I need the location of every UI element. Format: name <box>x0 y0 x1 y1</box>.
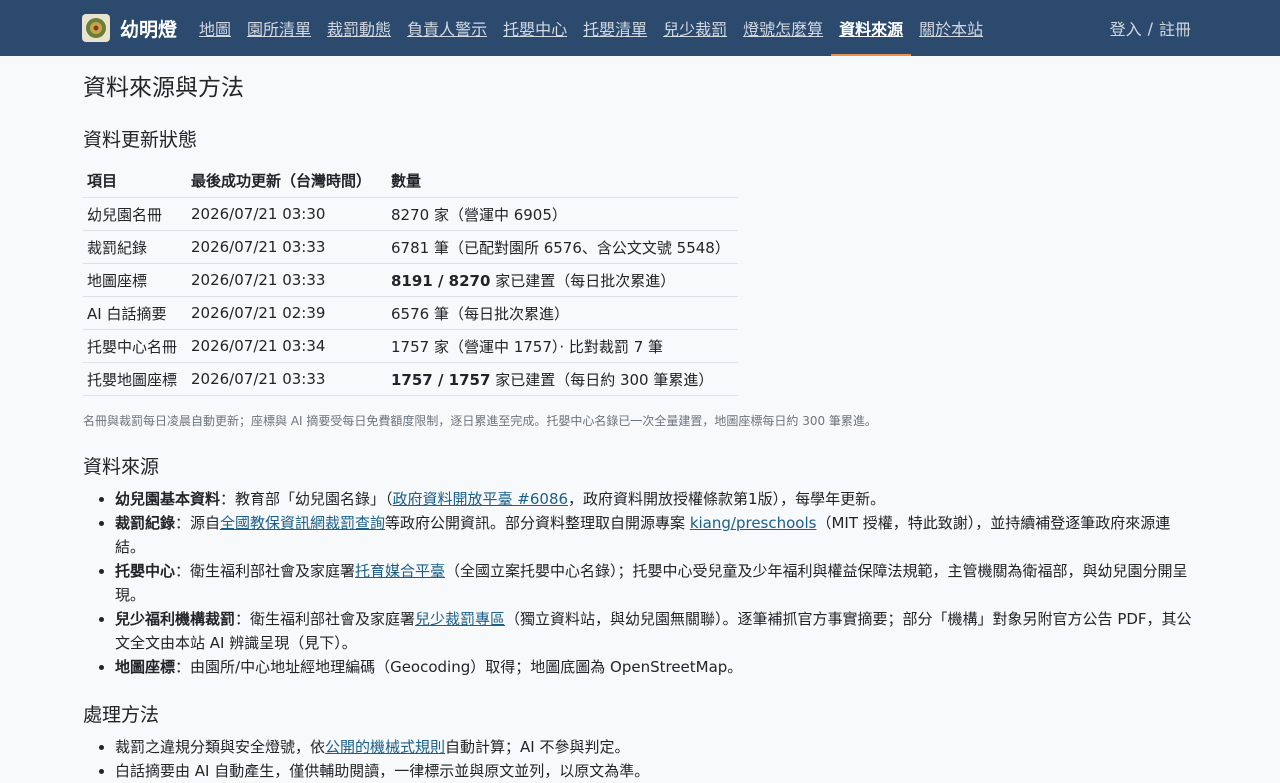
cell-item: 地圖座標 <box>83 263 187 297</box>
table-row: 托嬰中心名冊 2026/07/21 03:34 1757 家（營運中 1757）… <box>83 329 738 363</box>
cell-count: 8191 / 8270 家已建置（每日批次累進） <box>387 263 738 297</box>
source-label: 地圖座標 <box>115 658 176 676</box>
source-text: ：衛生福利部社會及家庭署 <box>175 562 356 580</box>
top-navbar: 幼明燈 地圖 園所清單 裁罰動態 負責人警示 托嬰中心 托嬰清單 兒少裁罰 燈號… <box>0 0 1280 56</box>
auth-separator: / <box>1147 18 1153 38</box>
table-row: 托嬰地圖座標 2026/07/21 03:33 1757 / 1757 家已建置… <box>83 362 738 396</box>
source-text: 等政府公開資訊。部分資料整理取自開源專案 <box>385 514 690 532</box>
page-title: 資料來源與方法 <box>83 75 244 101</box>
source-link[interactable]: 兒少裁罰專區 <box>415 610 505 628</box>
list-item: 裁罰之違規分類與安全燈號，依公開的機械式規則自動計算；AI 不參與判定。 <box>115 735 1198 759</box>
list-item: 地圖座標：由園所/中心地址經地理編碼（Geocoding）取得；地圖底圖為 Op… <box>115 655 1198 679</box>
nav-links: 地圖 園所清單 裁罰動態 負責人警示 托嬰中心 托嬰清單 兒少裁罰 燈號怎麼算 … <box>191 0 991 56</box>
cell-item: 托嬰中心名冊 <box>83 329 187 363</box>
count-text: 家已建置（每日批次累進） <box>490 271 676 290</box>
nav-item-school-list[interactable]: 園所清單 <box>239 0 319 56</box>
cell-item: 幼兒園名冊 <box>83 197 187 231</box>
cell-count: 6781 筆（已配對園所 6576、含公文文號 5548） <box>387 230 738 264</box>
table-header-row: 項目 最後成功更新（台灣時間） 數量 <box>83 164 738 198</box>
nav-item-daycare[interactable]: 托嬰中心 <box>495 0 575 56</box>
method-text: 自動計算；AI 不參與判定。 <box>445 738 630 756</box>
count-text: 1757 家（營運中 1757）· 比對裁罰 7 筆 <box>391 337 664 356</box>
sources-heading: 資料來源 <box>83 456 160 478</box>
methods-list: 裁罰之違規分類與安全燈號，依公開的機械式規則自動計算；AI 不參與判定。 白話摘… <box>83 735 1198 783</box>
count-bold: 8191 / 8270 <box>391 271 491 290</box>
cell-updated: 2026/07/21 03:30 <box>187 197 387 231</box>
table-row: 地圖座標 2026/07/21 03:33 8191 / 8270 家已建置（每… <box>83 263 738 297</box>
table-row: AI 白話摘要 2026/07/21 02:39 6576 筆（每日批次累進） <box>83 296 738 330</box>
count-text: 6576 筆（每日批次累進） <box>391 304 569 323</box>
status-table: 項目 最後成功更新（台灣時間） 數量 幼兒園名冊 2026/07/21 03:3… <box>83 164 738 396</box>
cell-count: 6576 筆（每日批次累進） <box>387 296 738 330</box>
count-text: 6781 筆（已配對園所 6576、含公文文號 5548） <box>391 238 730 257</box>
list-item: 白話摘要由 AI 自動產生，僅供輔助閱讀，一律標示並與原文並列，以原文為準。 <box>115 759 1198 783</box>
source-label: 托嬰中心 <box>115 562 176 580</box>
cell-item: 托嬰地圖座標 <box>83 362 187 396</box>
column-header-count: 數量 <box>387 164 738 198</box>
cell-updated: 2026/07/21 03:33 <box>187 263 387 297</box>
auth-links: 登入 / 註冊 <box>1110 0 1191 56</box>
list-item: 幼兒園基本資料：教育部「幼兒園名錄」（政府資料開放平臺 #6086，政府資料開放… <box>115 487 1198 511</box>
table-row: 幼兒園名冊 2026/07/21 03:30 8270 家（營運中 6905） <box>83 197 738 231</box>
brand-logo-icon <box>82 14 110 42</box>
source-text: ：源自 <box>175 514 221 532</box>
source-label: 裁罰紀錄 <box>115 514 176 532</box>
cell-updated: 2026/07/21 03:34 <box>187 329 387 363</box>
column-header-item: 項目 <box>83 164 187 198</box>
count-text: 家已建置（每日約 300 筆累進） <box>490 370 714 389</box>
nav-item-daycare-list[interactable]: 托嬰清單 <box>575 0 655 56</box>
login-link[interactable]: 登入 <box>1110 16 1142 40</box>
count-text: 8270 家（營運中 6905） <box>391 205 567 224</box>
status-heading: 資料更新狀態 <box>83 129 198 151</box>
sources-list: 幼兒園基本資料：教育部「幼兒園名錄」（政府資料開放平臺 #6086，政府資料開放… <box>83 487 1198 679</box>
nav-item-child-penalty[interactable]: 兒少裁罰 <box>655 0 735 56</box>
methods-heading: 處理方法 <box>83 704 160 726</box>
nav-item-data-sources[interactable]: 資料來源 <box>831 0 912 56</box>
brand-name: 幼明燈 <box>120 18 178 41</box>
nav-item-map[interactable]: 地圖 <box>191 0 239 56</box>
method-text: 白話摘要由 AI 自動產生，僅供輔助閱讀，一律標示並與原文並列，以原文為準。 <box>115 762 650 780</box>
register-link[interactable]: 註冊 <box>1159 16 1191 40</box>
list-item: 裁罰紀錄：源自全國教保資訊網裁罰查詢等政府公開資訊。部分資料整理取自開源專案 k… <box>115 511 1198 559</box>
nav-item-about[interactable]: 關於本站 <box>911 0 991 56</box>
cell-count: 1757 家（營運中 1757）· 比對裁罰 7 筆 <box>387 329 738 363</box>
nav-item-penalty-news[interactable]: 裁罰動態 <box>319 0 399 56</box>
source-link[interactable]: 政府資料開放平臺 #6086 <box>393 490 569 508</box>
source-text: ：教育部「幼兒園名錄」（ <box>220 490 393 508</box>
cell-updated: 2026/07/21 02:39 <box>187 296 387 330</box>
cell-item: AI 白話摘要 <box>83 296 187 330</box>
source-text: ，政府資料開放授權條款第1版），每學年更新。 <box>568 490 886 508</box>
column-header-updated: 最後成功更新（台灣時間） <box>187 164 387 198</box>
source-link[interactable]: 全國教保資訊網裁罰查詢 <box>220 514 385 532</box>
method-text: 裁罰之違規分類與安全燈號，依 <box>115 738 326 756</box>
list-item: 托嬰中心：衛生福利部社會及家庭署托育媒合平臺（全國立案托嬰中心名錄）；托嬰中心受… <box>115 559 1198 607</box>
cell-updated: 2026/07/21 03:33 <box>187 230 387 264</box>
nav-item-light-rules[interactable]: 燈號怎麼算 <box>735 0 831 56</box>
source-label: 兒少福利機構裁罰 <box>115 610 236 628</box>
source-link-github[interactable]: kiang/preschools <box>690 514 817 532</box>
source-text: ：衛生福利部社會及家庭署 <box>235 610 416 628</box>
status-note: 名冊與裁罰每日凌晨自動更新；座標與 AI 摘要受每日免費額度限制，逐日累進至完成… <box>83 414 877 428</box>
source-label: 幼兒園基本資料 <box>115 490 221 508</box>
source-text: ：由園所/中心地址經地理編碼（Geocoding）取得；地圖底圖為 OpenSt… <box>175 658 743 676</box>
method-link[interactable]: 公開的機械式規則 <box>325 738 445 756</box>
nav-item-owner-alert[interactable]: 負責人警示 <box>399 0 495 56</box>
cell-count: 1757 / 1757 家已建置（每日約 300 筆累進） <box>387 362 738 396</box>
cell-count: 8270 家（營運中 6905） <box>387 197 738 231</box>
main-content: 資料來源與方法 資料更新狀態 項目 最後成功更新（台灣時間） 數量 幼兒園名冊 … <box>0 74 1198 783</box>
list-item: 兒少福利機構裁罰：衛生福利部社會及家庭署兒少裁罰專區（獨立資料站，與幼兒園無關聯… <box>115 607 1198 655</box>
count-bold: 1757 / 1757 <box>391 370 491 389</box>
cell-item: 裁罰紀錄 <box>83 230 187 264</box>
table-row: 裁罰紀錄 2026/07/21 03:33 6781 筆（已配對園所 6576、… <box>83 230 738 264</box>
source-link[interactable]: 托育媒合平臺 <box>355 562 445 580</box>
cell-updated: 2026/07/21 03:33 <box>187 362 387 396</box>
brand[interactable]: 幼明燈 <box>82 14 177 42</box>
